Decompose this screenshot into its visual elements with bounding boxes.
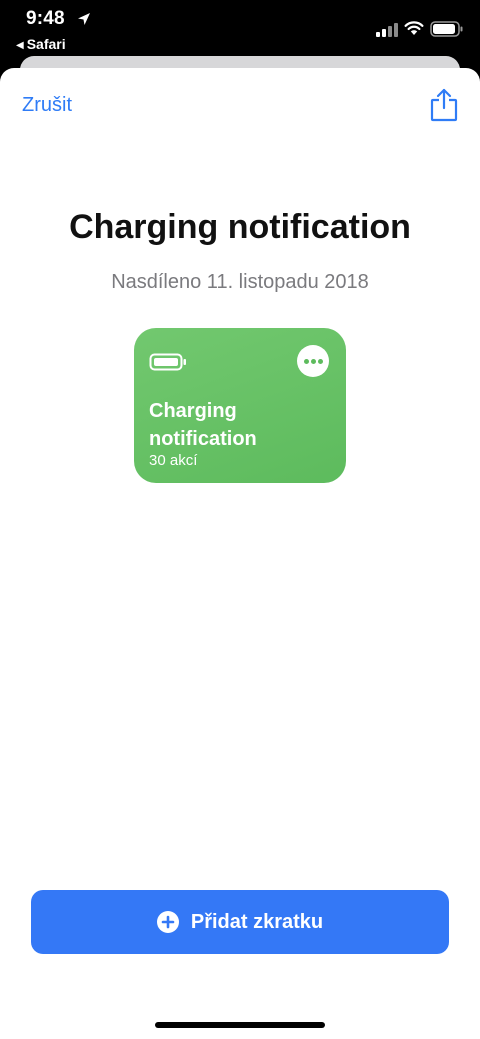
wifi-icon	[404, 21, 424, 35]
share-icon[interactable]	[430, 88, 458, 122]
more-dot-icon	[311, 359, 316, 364]
page-title: Charging notification	[69, 208, 411, 246]
back-app-label: Safari	[26, 36, 66, 52]
status-bar: 9:48 ◀ Safari	[0, 0, 480, 56]
tile-shortcut-name: Charging notification	[149, 400, 257, 450]
status-time: 9:48	[26, 8, 65, 29]
shortcut-sheet: Zrušit Charging notification Nasdíleno 1…	[0, 68, 480, 1039]
cancel-button[interactable]: Zrušit	[22, 94, 72, 117]
add-shortcut-button[interactable]: Přidat zkratku	[31, 890, 449, 954]
tile-action-count: 30 akcí	[149, 452, 198, 469]
home-indicator[interactable]	[155, 1022, 325, 1028]
battery-icon	[430, 21, 463, 37]
cellular-signal-icon	[376, 23, 398, 37]
more-options-button[interactable]	[297, 345, 329, 377]
location-arrow-icon	[78, 13, 90, 25]
back-chevron-icon: ◀	[16, 40, 24, 51]
shared-date: Nasdíleno 11. listopadu 2018	[111, 271, 369, 293]
back-to-safari-link[interactable]: ◀ Safari	[16, 36, 66, 52]
more-dot-icon	[304, 359, 309, 364]
plus-circle-icon	[156, 911, 179, 933]
add-shortcut-label: Přidat zkratku	[190, 910, 324, 933]
shortcut-tile[interactable]: Charging notification 30 akcí	[134, 328, 346, 483]
battery-icon	[149, 353, 186, 371]
more-dot-icon	[318, 359, 323, 364]
